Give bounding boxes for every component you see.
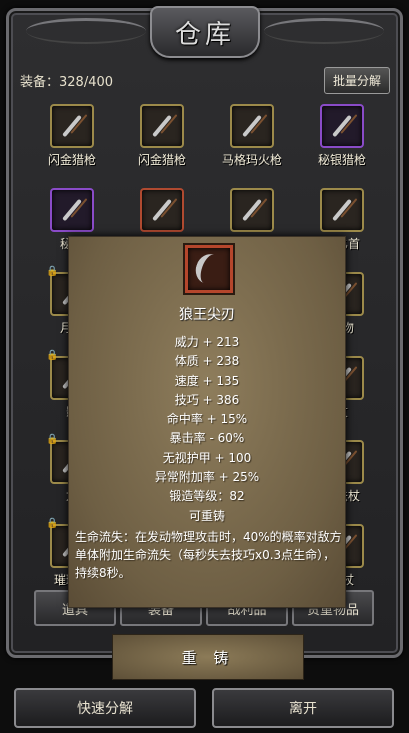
musket-icon	[242, 114, 262, 138]
tooltip-item-name: 狼王尖刃	[179, 307, 235, 323]
slot-frame	[140, 188, 184, 232]
slot-frame	[140, 104, 184, 148]
title-plate: 仓库	[150, 6, 260, 58]
slot-frame	[230, 188, 274, 232]
equipment-slot[interactable]: 闪金猎枪	[32, 104, 112, 168]
equipment-count: 装备：328/400	[20, 74, 114, 90]
stat-line: 无视护甲 + 100	[162, 450, 252, 465]
item-name: 闪金猎枪	[137, 153, 186, 167]
reforge-button[interactable]: 重 铸	[112, 634, 304, 680]
slot-frame	[320, 104, 364, 148]
gun-icon	[152, 114, 172, 138]
bottom-actions: 快速分解 离开	[14, 688, 394, 728]
stat-line: 速度 + 135	[174, 373, 240, 388]
dagger-icon	[332, 198, 352, 222]
slot-frame	[320, 188, 364, 232]
equipment-slot[interactable]	[122, 188, 202, 235]
stat-line: 技巧 + 386	[174, 392, 240, 407]
reforgeable-label: 可重铸	[188, 508, 225, 523]
ornament-left	[26, 18, 146, 44]
item-tooltip: 狼王尖刃 威力 + 213 体质 + 238 速度 + 135 技巧 + 386…	[68, 236, 346, 608]
fang-blade-icon	[191, 250, 227, 288]
batch-decompose-button[interactable]: 批量分解	[323, 66, 390, 94]
page-title: 仓库	[174, 19, 235, 50]
topbar: 装备：328/400 批量分解	[20, 66, 390, 94]
item-name: 马格玛火枪	[221, 153, 282, 167]
quick-decompose-button[interactable]: 快速分解	[14, 688, 196, 728]
skill-description: 生命流失：在发动物理攻击时，40%的概率对敌方单体附加生命流失（每秒失去技巧x0…	[75, 530, 342, 580]
equipment-slot[interactable]: 马格玛火枪	[212, 104, 292, 168]
forge-level: 锻造等级：82	[169, 489, 245, 504]
blade-icon	[152, 198, 172, 222]
gun-icon	[62, 114, 82, 138]
dagger-icon	[242, 198, 262, 222]
stat-line: 威力 + 213	[174, 335, 240, 349]
tooltip-item-slot	[185, 245, 233, 293]
item-name: 闪金猎枪	[47, 153, 96, 167]
leave-button[interactable]: 离开	[212, 688, 394, 728]
slot-frame	[230, 104, 274, 148]
equipment-slot[interactable]: 闪金猎枪	[122, 104, 202, 168]
ornament-right	[264, 18, 384, 44]
stat-line: 暴击率 - 60%	[169, 431, 245, 446]
stat-line: 异常附加率 + 25%	[154, 470, 260, 485]
slot-frame	[50, 104, 94, 148]
stat-list: 威力 + 213 体质 + 238 速度 + 135 技巧 + 386 命中率 …	[69, 333, 345, 526]
stat-line: 命中率 + 15%	[166, 412, 248, 427]
equipment-slot[interactable]: 秘银猎枪	[302, 104, 380, 168]
stat-line: 体质 + 238	[174, 354, 240, 369]
equipment-slot[interactable]	[212, 188, 292, 235]
slot-frame	[50, 188, 94, 232]
item-name: 秘银猎枪	[317, 153, 366, 167]
gun-icon	[62, 198, 82, 222]
gun-icon	[332, 114, 352, 138]
